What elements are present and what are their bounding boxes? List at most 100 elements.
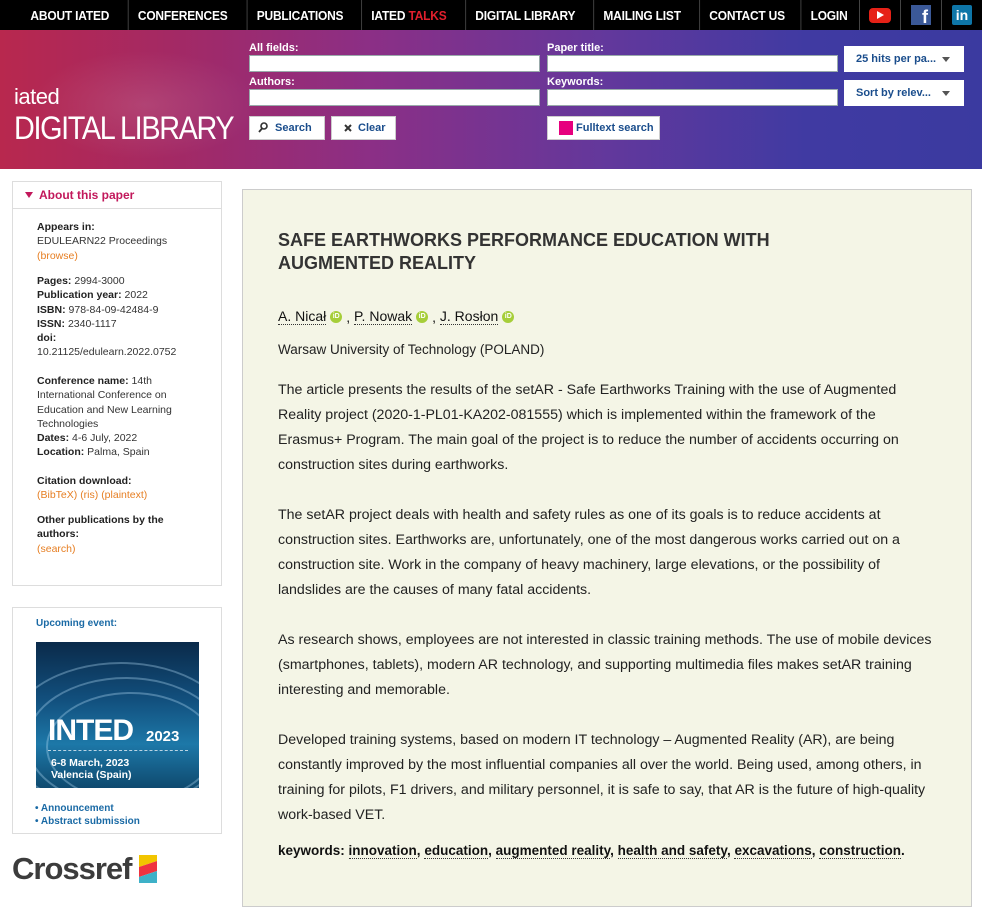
nav-contact-us[interactable]: CONTACT US	[698, 0, 794, 30]
paper-title-label: Paper title:	[547, 42, 604, 54]
bibtex-link[interactable]: (BibTeX)	[37, 489, 77, 501]
keyword-link[interactable]: education	[424, 843, 489, 859]
sort-by-value: Sort by relev...	[856, 87, 931, 99]
nav-about-iated[interactable]: ABOUT IATED	[22, 0, 119, 30]
other-pubs-label-2: authors:	[37, 528, 79, 541]
browse-link[interactable]: (browse)	[37, 249, 167, 263]
upcoming-event-title: Upcoming event:	[36, 618, 118, 629]
keyword-link[interactable]: construction	[819, 843, 902, 859]
keyword-link[interactable]: health and safety	[617, 843, 727, 859]
search-button-label: Search	[275, 122, 312, 134]
top-navigation: ABOUT IATED CONFERENCES PUBLICATIONS IAT…	[0, 0, 982, 30]
linkedin-link[interactable]: in	[941, 0, 982, 30]
event-name: INTED	[48, 714, 134, 747]
nav-publications[interactable]: PUBLICATIONS	[246, 0, 352, 30]
crossref-wordmark: Crossref	[12, 851, 132, 886]
upcoming-event-panel: Upcoming event: INTED 2023 6-8 March, 20…	[12, 607, 222, 834]
clear-button[interactable]: Clear	[331, 116, 396, 140]
paper-title-input[interactable]	[547, 55, 838, 72]
paper-content-panel: SAFE EARTHWORKS PERFORMANCE EDUCATION WI…	[242, 189, 972, 907]
author-separator: ,	[432, 308, 437, 325]
orcid-icon[interactable]: iD	[502, 310, 515, 323]
doi-value: 10.21125/edulearn.2022.0752	[37, 346, 177, 359]
nav-mailing-list[interactable]: MAILING LIST	[593, 0, 691, 30]
other-publications: Other publications by the authors: (sear…	[37, 513, 164, 556]
author-search-link[interactable]: (search)	[37, 542, 164, 556]
plaintext-link[interactable]: (plaintext)	[101, 489, 147, 501]
orcid-icon[interactable]: iD	[330, 310, 343, 323]
abstract-paragraph: As research shows, employees are not int…	[278, 632, 932, 698]
publication-details: Pages: 2994-3000 Publication year: 2022 …	[37, 274, 176, 360]
fulltext-search-button[interactable]: Fulltext search	[547, 116, 660, 140]
orcid-icon[interactable]: iD	[416, 310, 429, 323]
abstract-submission-link[interactable]: • Abstract submission	[35, 816, 140, 827]
about-paper-title: About this paper	[39, 188, 135, 202]
linkedin-icon: in	[952, 5, 972, 25]
conference-value-2: International Conference on	[37, 389, 167, 402]
all-fields-label: All fields:	[249, 42, 299, 54]
event-banner-image[interactable]: INTED 2023 6-8 March, 2023 Valencia (Spa…	[36, 642, 199, 788]
nav-login[interactable]: LOGIN	[800, 0, 856, 30]
hits-per-page-select[interactable]: 25 hits per pa...	[844, 46, 964, 72]
isbn-label: ISBN:	[37, 303, 66, 316]
pubyear-label: Publication year:	[37, 289, 122, 302]
event-date-line: 6-8 March, 2023	[51, 757, 130, 769]
clear-button-label: Clear	[358, 122, 386, 134]
dates-label: Dates:	[37, 432, 70, 445]
doi-label: doi:	[37, 332, 57, 345]
facebook-link[interactable]: f	[900, 0, 941, 30]
author-list: A. Nicał iD , P. Nowak iD , J. Rosłon iD	[278, 308, 518, 325]
conference-details: Conference name: 14th International Conf…	[37, 374, 172, 460]
keyword-link[interactable]: innovation	[348, 843, 417, 859]
location-label: Location:	[37, 446, 85, 459]
about-paper-header[interactable]: About this paper	[13, 182, 221, 209]
keyword-link[interactable]: augmented reality	[495, 843, 611, 859]
close-icon	[344, 124, 352, 132]
isbn-value: 978-84-09-42484-9	[68, 303, 159, 316]
keywords-label: Keywords:	[547, 76, 604, 88]
fulltext-button-label: Fulltext search	[576, 122, 654, 134]
citation-download: Citation download: (BibTeX) (ris) (plain…	[37, 474, 147, 503]
youtube-link[interactable]	[859, 0, 900, 30]
about-paper-panel: About this paper Appears in: EDULEARN22 …	[12, 181, 222, 586]
author-link[interactable]: J. Rosłon	[439, 308, 499, 325]
hits-per-page-value: 25 hits per pa...	[856, 53, 937, 65]
fulltext-checkbox-icon	[559, 121, 573, 135]
issn-label: ISSN:	[37, 317, 66, 330]
youtube-icon	[869, 7, 891, 23]
author-link[interactable]: P. Nowak	[354, 308, 413, 325]
nav-talks-label: TALKS	[408, 8, 447, 23]
other-pubs-label-1: Other publications by the	[37, 514, 164, 526]
pages-label: Pages:	[37, 275, 72, 287]
ris-link[interactable]: (ris)	[80, 489, 98, 501]
affiliation: Warsaw University of Technology (POLAND)	[278, 342, 545, 357]
abstract-paragraph: Developed training systems, based on mod…	[278, 732, 926, 823]
nav-iated-talks[interactable]: IATED TALKS	[360, 0, 456, 30]
nav-conferences[interactable]: CONFERENCES	[127, 0, 237, 30]
authors-label: Authors:	[249, 76, 295, 88]
search-button[interactable]: Search	[249, 116, 325, 140]
brand-iated-logo[interactable]: iated	[14, 84, 60, 110]
conference-value-1: 14th	[131, 375, 152, 387]
keywords-input[interactable]	[547, 89, 838, 106]
announcement-link[interactable]: • Announcement	[35, 803, 114, 814]
crossref-logo[interactable]: Crossref	[12, 851, 159, 887]
appears-in-label: Appears in:	[37, 221, 95, 233]
sort-by-select[interactable]: Sort by relev...	[844, 80, 964, 106]
author-separator: ,	[346, 308, 351, 325]
nav-iated-label: IATED	[370, 8, 406, 23]
chevron-down-icon	[942, 57, 950, 62]
keywords-label: keywords:	[278, 843, 345, 858]
all-fields-input[interactable]	[249, 55, 540, 72]
paper-title: SAFE EARTHWORKS PERFORMANCE EDUCATION WI…	[278, 230, 770, 273]
conference-value-4: Technologies	[37, 417, 99, 430]
brand-digital-library[interactable]: DIGITAL LIBRARY	[14, 110, 235, 147]
author-link[interactable]: A. Nicał	[278, 308, 327, 325]
event-place-line: Valencia (Spain)	[51, 769, 132, 781]
nav-digital-library[interactable]: DIGITAL LIBRARY	[464, 0, 584, 30]
conference-value-3: Education and New Learning	[37, 403, 172, 416]
keyword-link[interactable]: excavations	[734, 843, 812, 859]
keywords-line: keywords: innovation, education, augment…	[278, 843, 905, 859]
authors-input[interactable]	[249, 89, 540, 106]
chevron-down-icon	[942, 91, 950, 96]
